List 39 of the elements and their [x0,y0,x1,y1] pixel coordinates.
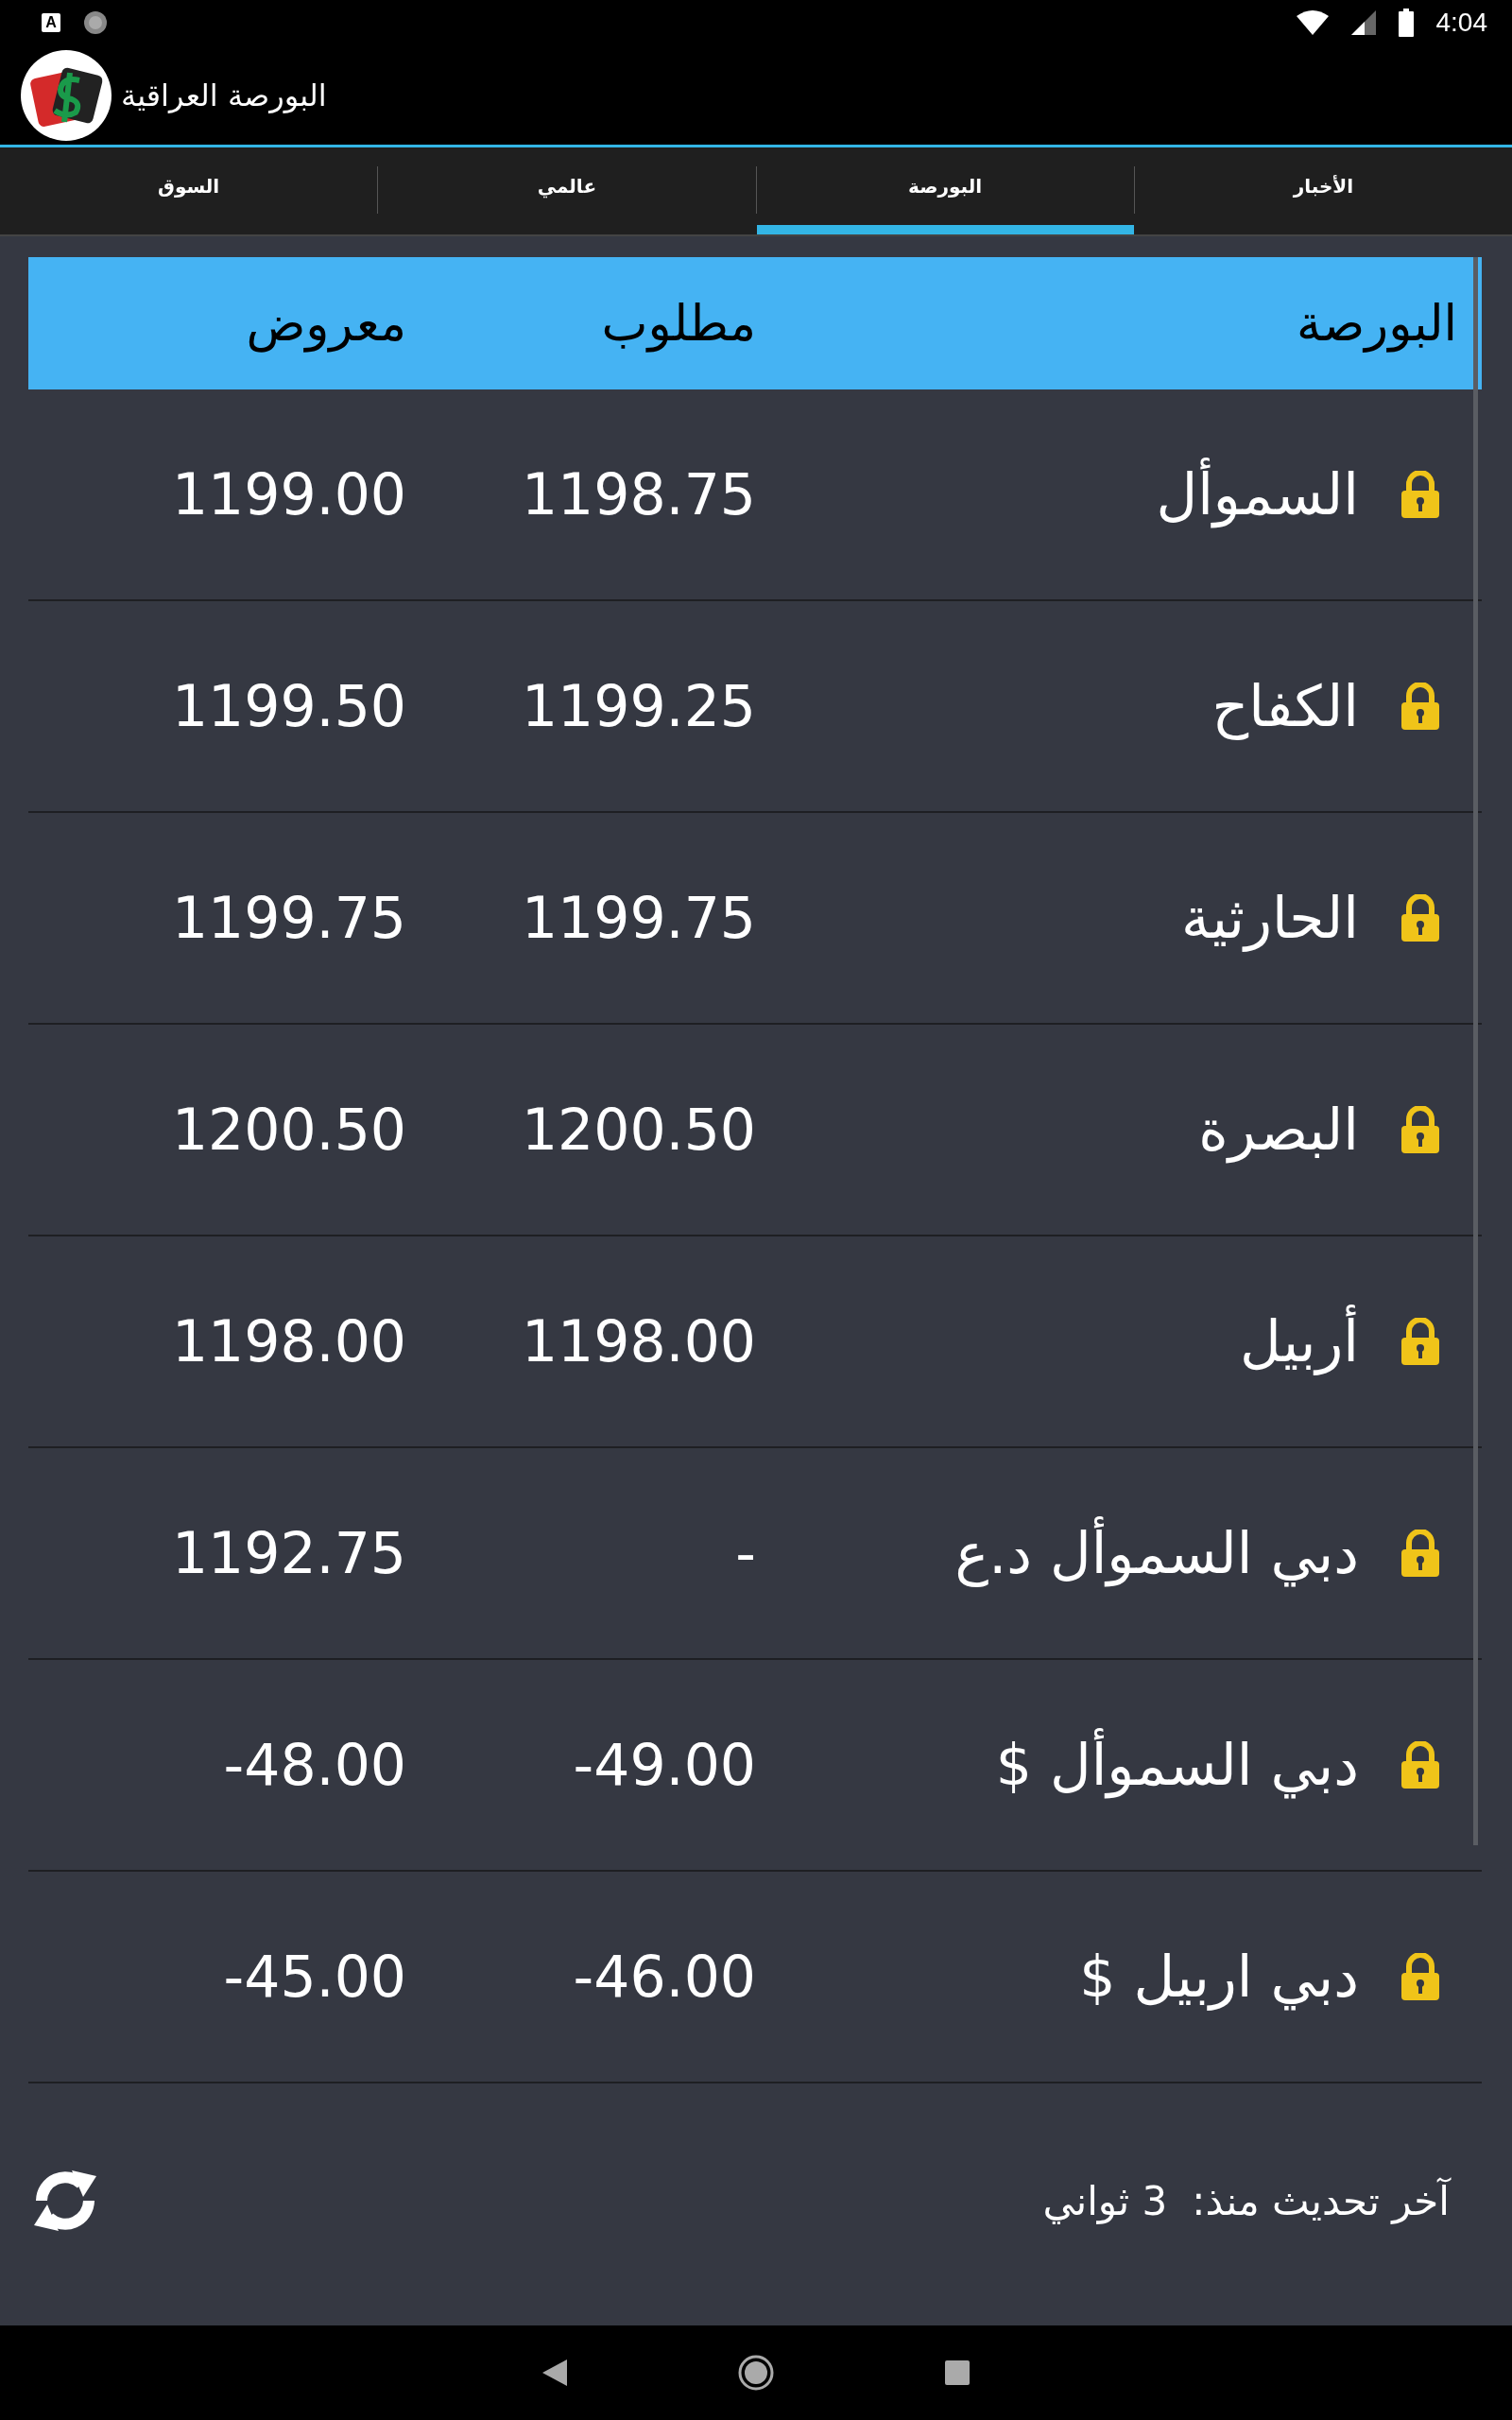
bid-price: 1199.75 [520,885,756,951]
last-update-label: آخر تحديث منذ: [1192,2177,1450,2224]
offer-price: -48.00 [222,1732,406,1798]
offer-price: 1200.50 [170,1097,406,1163]
signal-icon [1350,10,1376,35]
spinner-icon [83,10,108,35]
exchange-name: الكفاح [1211,673,1359,739]
bid-price: -49.00 [572,1732,756,1798]
exchange-name: الحارثية [1180,885,1359,951]
offer-price: 1192.75 [170,1520,406,1586]
offer-price: 1198.00 [170,1308,406,1374]
app-logo-icon [21,49,112,141]
bid-price: - [734,1520,756,1586]
home-icon[interactable] [737,2354,775,2392]
bid-price: 1198.75 [520,461,756,527]
bid-price: 1199.25 [520,673,756,739]
column-header: البورصة [1296,295,1458,352]
offer-price: 1199.75 [170,885,406,951]
exchange-name: البصرة [1197,1097,1359,1163]
column-header: معروض [245,295,406,352]
bid-price: 1200.50 [520,1097,756,1163]
last-update-value: 3 ثواني [1042,2177,1168,2224]
bid-price: 1198.00 [520,1308,756,1374]
app-title: البورصة العراقية [121,77,327,113]
offer-price: 1199.50 [170,673,406,739]
tab[interactable]: عالمي [378,147,756,234]
offer-price: 1199.00 [170,461,406,527]
exchange-name: دبي اربيل $ [1078,1944,1359,2010]
wifi-icon [1296,10,1329,35]
column-header: مطلوب [600,295,756,352]
clock: 4:04 [1435,8,1487,38]
tab[interactable]: السوق [0,147,378,234]
notification-icon: A [42,13,60,32]
bid-price: -46.00 [572,1944,756,2010]
back-icon[interactable] [542,2360,567,2386]
tab[interactable]: البورصة [756,147,1134,234]
offer-price: -45.00 [222,1944,406,2010]
battery-icon [1398,9,1414,37]
tab[interactable]: الأخبار [1134,147,1512,234]
